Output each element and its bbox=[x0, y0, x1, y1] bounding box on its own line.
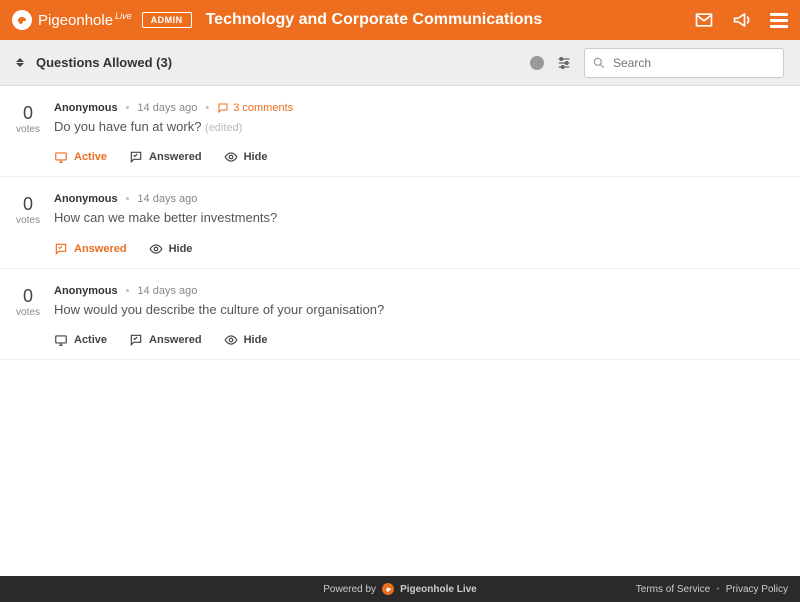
vote-label: votes bbox=[12, 307, 44, 318]
question-row: 0 votes Anonymous•14 days ago•3 comments Do… bbox=[0, 86, 800, 177]
mail-icon[interactable] bbox=[694, 10, 714, 30]
question-actions: Active Answered Hide bbox=[54, 333, 788, 347]
footer-separator: • bbox=[716, 584, 720, 595]
time-label: 14 days ago bbox=[137, 102, 197, 114]
answered-button-icon bbox=[54, 242, 68, 256]
answered-button-icon bbox=[129, 333, 143, 347]
hide-button-icon bbox=[224, 333, 238, 347]
time-label: 14 days ago bbox=[137, 285, 197, 297]
powered-by-label: Powered by bbox=[323, 584, 376, 595]
author-label: Anonymous bbox=[54, 102, 118, 114]
vote-count: 0 bbox=[12, 287, 44, 305]
question-list: 0 votes Anonymous•14 days ago•3 comments Do… bbox=[0, 86, 800, 576]
author-label: Anonymous bbox=[54, 193, 118, 205]
terms-link[interactable]: Terms of Service bbox=[636, 584, 710, 595]
answered-button-icon bbox=[129, 150, 143, 164]
vote-label: votes bbox=[12, 124, 44, 135]
active-button-icon bbox=[54, 333, 68, 347]
vote-count: 0 bbox=[12, 195, 44, 213]
votes-col[interactable]: 0 votes bbox=[12, 102, 44, 164]
status-indicator-icon[interactable] bbox=[530, 56, 544, 70]
footer-links: Terms of Service • Privacy Policy bbox=[636, 584, 788, 595]
answered-button[interactable]: Answered bbox=[129, 150, 202, 164]
question-actions: Answered Hide bbox=[54, 242, 788, 256]
question-content: Anonymous•14 days ago How can we make bet… bbox=[54, 193, 788, 255]
active-button-icon bbox=[54, 150, 68, 164]
filter-sliders-icon[interactable] bbox=[556, 55, 572, 71]
active-button[interactable]: Active bbox=[54, 150, 107, 164]
votes-col[interactable]: 0 votes bbox=[12, 193, 44, 255]
search-icon bbox=[592, 56, 606, 70]
brand-logo[interactable]: PigeonholeLive bbox=[12, 10, 132, 30]
vote-label: votes bbox=[12, 215, 44, 226]
menu-icon[interactable] bbox=[770, 13, 788, 28]
questions-count-label: Questions Allowed (3) bbox=[36, 55, 518, 70]
pigeon-icon bbox=[12, 10, 32, 30]
app-header: PigeonholeLive ADMIN Technology and Corp… bbox=[0, 0, 800, 40]
header-actions bbox=[694, 10, 788, 30]
search-box bbox=[584, 48, 784, 78]
time-label: 14 days ago bbox=[137, 193, 197, 205]
search-input[interactable] bbox=[584, 48, 784, 78]
edited-label: (edited) bbox=[205, 122, 242, 134]
answered-button[interactable]: Answered bbox=[129, 333, 202, 347]
hide-button-icon bbox=[149, 242, 163, 256]
question-text: How would you describe the culture of yo… bbox=[54, 301, 788, 319]
privacy-link[interactable]: Privacy Policy bbox=[726, 584, 788, 595]
vote-count: 0 bbox=[12, 104, 44, 122]
active-button[interactable]: Active bbox=[54, 333, 107, 347]
hide-button-icon bbox=[224, 150, 238, 164]
brand-text: PigeonholeLive bbox=[38, 11, 132, 29]
question-actions: Active Answered Hide bbox=[54, 150, 788, 164]
question-row: 0 votes Anonymous•14 days ago How can we ma… bbox=[0, 177, 800, 268]
admin-badge: ADMIN bbox=[142, 12, 192, 28]
question-content: Anonymous•14 days ago•3 comments Do you h… bbox=[54, 102, 788, 164]
votes-col[interactable]: 0 votes bbox=[12, 285, 44, 347]
hide-button[interactable]: Hide bbox=[224, 150, 268, 164]
question-meta: Anonymous•14 days ago bbox=[54, 285, 788, 297]
question-text: Do you have fun at work? (edited) bbox=[54, 118, 788, 136]
comment-icon bbox=[217, 102, 229, 114]
footer-brand: Powered by Pigeonhole Live bbox=[323, 583, 477, 595]
answered-button[interactable]: Answered bbox=[54, 242, 127, 256]
question-meta: Anonymous•14 days ago•3 comments bbox=[54, 102, 788, 114]
page-title: Technology and Corporate Communications bbox=[206, 11, 684, 29]
footer-pigeon-icon bbox=[382, 583, 394, 595]
app-footer: Powered by Pigeonhole Live Terms of Serv… bbox=[0, 576, 800, 602]
footer-brand-text: Pigeonhole Live bbox=[400, 584, 477, 595]
sort-toggle-icon[interactable] bbox=[16, 58, 24, 67]
hide-button[interactable]: Hide bbox=[149, 242, 193, 256]
hide-button[interactable]: Hide bbox=[224, 333, 268, 347]
question-content: Anonymous•14 days ago How would you descr… bbox=[54, 285, 788, 347]
question-row: 0 votes Anonymous•14 days ago How would you… bbox=[0, 269, 800, 360]
comments-link[interactable]: 3 comments bbox=[217, 102, 293, 114]
question-text: How can we make better investments? bbox=[54, 209, 788, 227]
announce-icon[interactable] bbox=[732, 10, 752, 30]
filter-bar: Questions Allowed (3) bbox=[0, 40, 800, 86]
author-label: Anonymous bbox=[54, 285, 118, 297]
question-meta: Anonymous•14 days ago bbox=[54, 193, 788, 205]
